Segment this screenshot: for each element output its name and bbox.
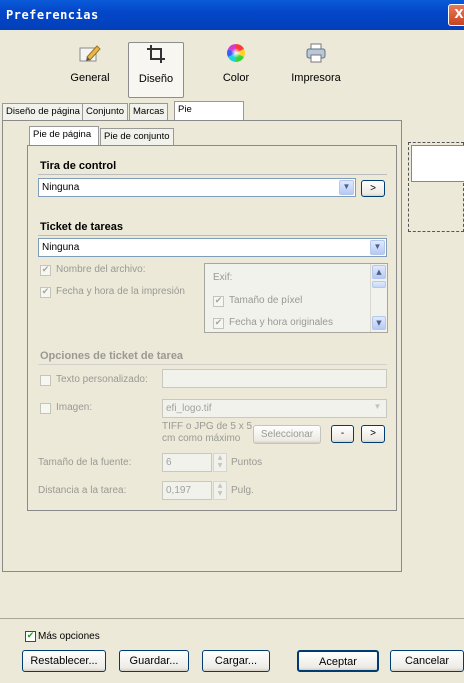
exif-datetime-checkbox[interactable]: ✔ [213, 318, 224, 329]
filename-label: Nombre del archivo: [56, 264, 146, 275]
chevron-down-icon: ▼ [370, 401, 385, 416]
scroll-up-icon[interactable]: ▲ [372, 265, 386, 279]
exif-title: Exif: [213, 272, 233, 283]
exif-pixel-checkbox[interactable]: ✔ [213, 296, 224, 307]
divider [38, 235, 387, 236]
mas-opciones-label: Más opciones [38, 631, 100, 642]
tab-conjunto[interactable]: Conjunto [82, 103, 129, 120]
chevron-down-icon: ▼ [339, 180, 354, 195]
datetime-label: Fecha y hora de la impresión [56, 286, 185, 297]
imagen-next-button[interactable]: > [361, 425, 385, 443]
preview-page [411, 145, 464, 182]
texto-checkbox[interactable] [40, 375, 51, 386]
category-color[interactable]: Color [206, 42, 266, 96]
close-icon: X [454, 7, 464, 21]
opciones-title: Opciones de ticket de tarea [40, 350, 184, 362]
window-title-bar: Preferencias [0, 0, 464, 30]
imagen-select[interactable]: efi_logo.tif ▼ [162, 399, 387, 418]
color-wheel-icon [224, 42, 248, 64]
tab-pie-de-conjunto[interactable]: Pie de conjunto [100, 128, 174, 145]
distance-spinner[interactable]: ▲ ▼ [213, 481, 227, 500]
font-size-spinner[interactable]: ▲ ▼ [213, 453, 227, 472]
exif-scrollbar[interactable]: ▲ ▼ [370, 264, 387, 332]
close-button[interactable]: X [448, 4, 464, 26]
pencil-icon [78, 42, 102, 64]
mas-opciones-checkbox[interactable]: ✔ [25, 631, 36, 642]
scroll-thumb[interactable] [372, 281, 386, 288]
tira-next-button[interactable]: > [361, 180, 385, 197]
category-toolbar: General Diseño Color Impresora [0, 30, 464, 98]
exif-datetime-label: Fecha y hora originales [229, 317, 333, 328]
ticket-select[interactable]: Ninguna ▼ [38, 238, 387, 257]
font-size-unit: Puntos [231, 457, 263, 468]
divider [38, 174, 387, 175]
distance-label: Distancia a la tarea: [38, 485, 127, 496]
crop-icon [144, 43, 168, 65]
category-label: General [70, 72, 110, 84]
imagen-select-value: efi_logo.tif [166, 403, 212, 414]
aceptar-button[interactable]: Aceptar [297, 650, 379, 672]
filename-checkbox[interactable]: ✔ [40, 265, 51, 276]
imagen-hint-1: TIFF o JPG de 5 x 5 [162, 421, 253, 432]
category-label: Color [222, 72, 250, 84]
texto-label: Texto personalizado: [56, 374, 148, 385]
category-label: Diseño [138, 73, 174, 85]
minus-button[interactable]: - [331, 425, 354, 443]
restablecer-button[interactable]: Restablecer... [22, 650, 106, 672]
imagen-hint-2: cm como máximo [162, 433, 241, 444]
window-title: Preferencias [6, 8, 99, 22]
tab-marcas[interactable]: Marcas [129, 103, 169, 120]
distance-unit: Pulg. [231, 485, 254, 496]
tira-select-value: Ninguna [42, 182, 80, 193]
datetime-checkbox[interactable]: ✔ [40, 287, 51, 298]
distance-input[interactable]: 0,197 [162, 481, 212, 500]
scroll-down-icon[interactable]: ▼ [372, 316, 386, 330]
font-size-label: Tamaño de la fuente: [38, 457, 132, 468]
tab-diseno-pagina[interactable]: Diseño de página [2, 103, 84, 120]
tira-select[interactable]: Ninguna ▼ [38, 178, 356, 197]
font-size-input[interactable]: 6 [162, 453, 212, 472]
tira-title: Tira de control [40, 160, 117, 172]
category-general[interactable]: General [58, 42, 122, 96]
exif-list[interactable]: Exif: ✔ Tamaño de píxel ✔ Fecha y hora o… [204, 263, 388, 333]
tab-pie-de-pagina[interactable]: Pie de página [29, 126, 99, 145]
tab-pie[interactable]: Pie [174, 101, 244, 120]
imagen-label: Imagen: [56, 402, 93, 413]
category-label: Impresora [291, 72, 341, 84]
category-impresora[interactable]: Impresora [286, 42, 346, 96]
cargar-button[interactable]: Cargar... [202, 650, 270, 672]
printer-icon [304, 42, 328, 64]
cancelar-button[interactable]: Cancelar [390, 650, 464, 672]
ticket-title: Ticket de tareas [40, 221, 123, 233]
chevron-down-icon: ▼ [370, 240, 385, 255]
imagen-checkbox[interactable] [40, 403, 51, 414]
seleccionar-button[interactable]: Seleccionar [253, 425, 321, 444]
texto-input[interactable] [162, 369, 387, 388]
divider [38, 364, 387, 365]
ticket-select-value: Ninguna [42, 242, 80, 253]
exif-pixel-label: Tamaño de píxel [229, 295, 303, 306]
category-diseno[interactable]: Diseño [128, 42, 184, 98]
guardar-button[interactable]: Guardar... [119, 650, 189, 672]
footer-divider [0, 618, 464, 619]
